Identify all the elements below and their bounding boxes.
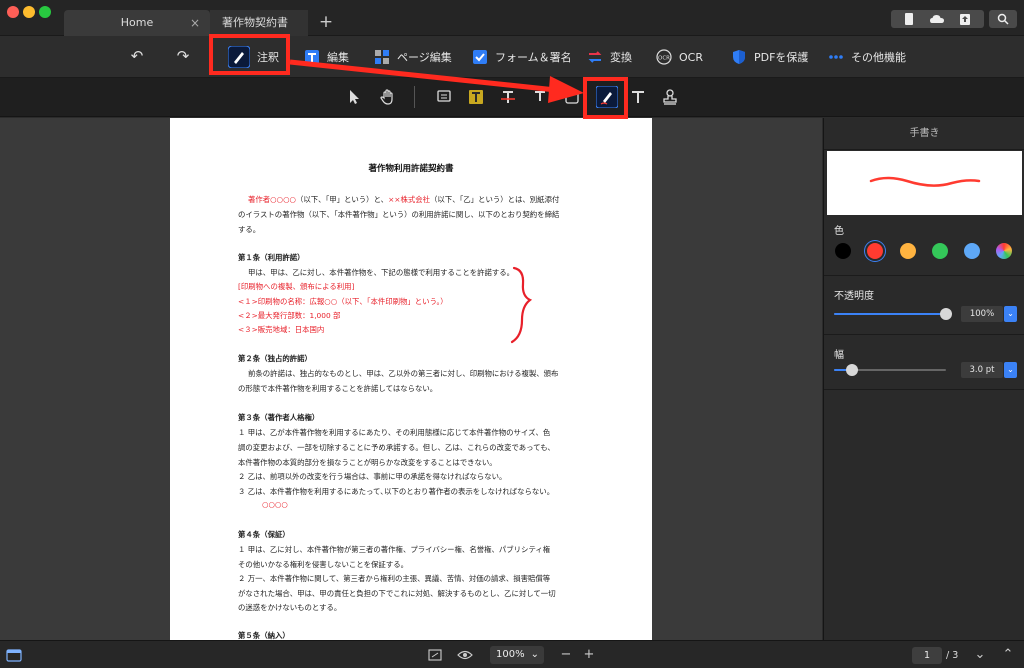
app-window: Home × 著作物契約書 + ↶ ↷ 注釈 編集 ページ編集 フォーム＆署名 … [0,0,1024,668]
tutorial-arrow [289,59,584,103]
